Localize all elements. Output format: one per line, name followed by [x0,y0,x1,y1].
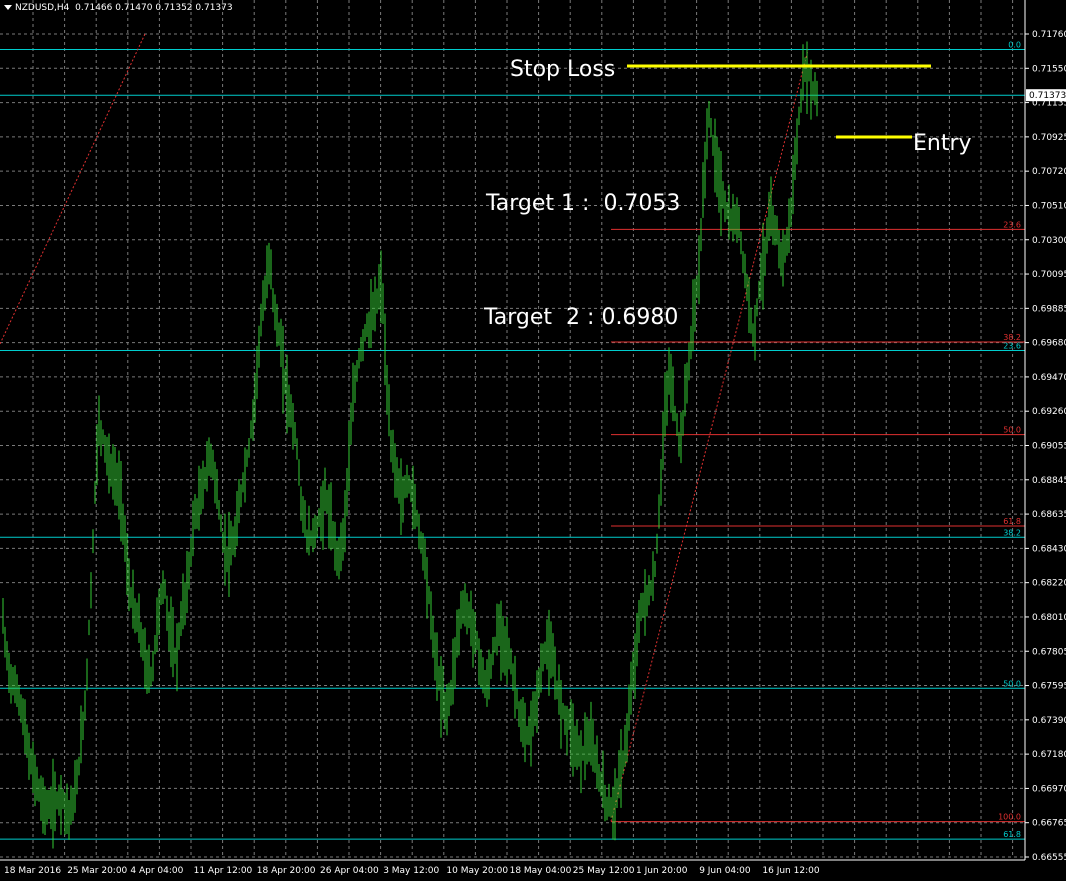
symbol-timeframe-label: NZDUSD,H4 [15,3,70,13]
x-tick-label: 26 Apr 04:00 [320,866,379,876]
fib-level-label: 23.6 [1003,342,1021,351]
y-tick-label: 0.69680 [1032,339,1066,349]
y-tick-label: 0.69885 [1032,304,1066,314]
fib-level-label: 61.8 [1003,830,1021,839]
y-tick-label: 0.69055 [1032,442,1066,452]
x-tick-label: 25 Mar 20:00 [67,866,127,876]
ohlc-values: 0.71466 0.71470 0.71352 0.71373 [75,3,233,13]
y-tick-label: 0.70300 [1032,236,1066,246]
y-tick-label: 0.71550 [1032,64,1066,74]
y-tick-label: 0.70095 [1032,270,1066,280]
y-tick-label: 0.71135 [1032,99,1066,109]
fib-level-label: 38.2 [1003,528,1021,537]
entry-label: Entry [913,131,972,156]
fib-level-label: 38.2 [1003,333,1021,342]
fib-level-label: 0.0 [1008,40,1021,49]
target-2-label: Target 2 : 0.6980 [483,305,678,330]
y-tick-label: 0.67595 [1032,682,1066,692]
x-tick-label: 18 Mar 2016 [4,866,61,876]
fib-level-label: 100.0 [998,813,1021,822]
fib-level-label: 50.0 [1003,679,1021,688]
x-tick-label: 10 May 20:00 [446,866,508,876]
fib-level-label: 50.0 [1003,426,1021,435]
y-tick-label: 0.67180 [1032,750,1066,760]
y-tick-label: 0.69470 [1032,373,1066,383]
y-tick-label: 0.70925 [1032,133,1066,143]
y-tick-label: 0.68635 [1032,510,1066,520]
stop-loss-label: Stop Loss [510,57,615,82]
x-tick-label: 25 May 12:00 [573,866,635,876]
y-tick-label: 0.66970 [1032,784,1066,794]
y-tick-label: 0.68430 [1032,544,1066,554]
y-tick-label: 0.66555 [1032,853,1066,863]
x-tick-label: 1 Jun 20:00 [636,866,688,876]
fib-level-label: 23.6 [1003,220,1021,229]
y-tick-label: 0.68845 [1032,476,1066,486]
target-1-label: Target 1 : 0.7053 [485,191,680,216]
x-tick-label: 4 Apr 04:00 [130,866,183,876]
y-tick-label: 0.67805 [1032,647,1066,657]
x-tick-label: 3 May 12:00 [383,866,439,876]
y-tick-label: 0.69260 [1032,407,1066,417]
y-tick-label: 0.67390 [1032,716,1066,726]
x-tick-label: 18 May 04:00 [510,866,572,876]
y-tick-label: 0.70720 [1032,167,1066,177]
dropdown-triangle-icon[interactable] [4,5,12,10]
y-tick-label: 0.71760 [1032,30,1066,40]
x-tick-label: 18 Apr 20:00 [257,866,316,876]
price-chart[interactable]: 0.023.638.250.061.823.638.250.061.8100.0… [0,0,1066,881]
y-tick-label: 0.68220 [1032,579,1066,589]
x-tick-label: 11 Apr 12:00 [194,866,253,876]
y-tick-label: 0.66765 [1032,819,1066,829]
fib-level-label: 61.8 [1003,517,1021,526]
y-tick-label: 0.70510 [1032,201,1066,211]
chart-header: NZDUSD,H4 0.71466 0.71470 0.71352 0.7137… [4,3,233,13]
x-tick-label: 9 Jun 04:00 [699,866,751,876]
y-tick-label: 0.68010 [1032,613,1066,623]
x-tick-label: 16 Jun 12:00 [762,866,819,876]
